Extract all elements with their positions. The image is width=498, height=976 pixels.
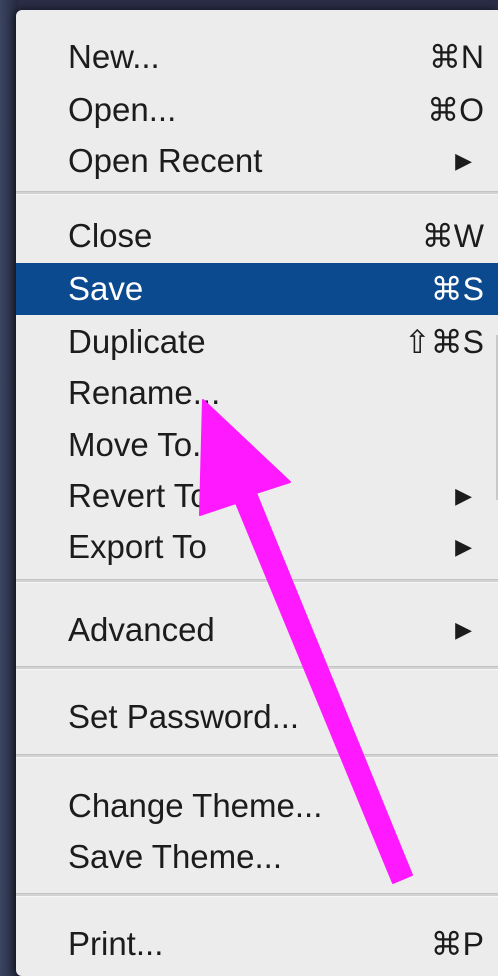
- menu-item-label: Move To...: [68, 426, 220, 463]
- menu-item-label: Change Theme...: [68, 787, 323, 824]
- menu-item-label: Save Theme...: [68, 838, 283, 875]
- triangle-right-icon: ▶: [455, 483, 472, 508]
- menu-item-label: Open...: [68, 91, 177, 128]
- menu-item-save[interactable]: Save ⌘S: [16, 263, 498, 315]
- triangle-right-icon: ▶: [455, 534, 472, 559]
- menu-item-label: Advanced: [68, 611, 215, 648]
- menu-item-print[interactable]: Print... ⌘P: [16, 917, 498, 971]
- menu-item-open-recent[interactable]: Open Recent ▶: [16, 134, 498, 188]
- menu-item-label: Set Password...: [68, 698, 300, 735]
- menu-item-label: New...: [68, 38, 160, 75]
- menu-item-set-password[interactable]: Set Password...: [16, 690, 498, 744]
- menu-item-advanced[interactable]: Advanced ▶: [16, 603, 498, 657]
- menu-item-duplicate[interactable]: Duplicate ⇧⌘S: [16, 315, 498, 369]
- menu-item-shortcut: ⌘W: [421, 218, 484, 254]
- menu-item-label: Print...: [68, 925, 164, 962]
- menu-item-close[interactable]: Close ⌘W: [16, 209, 498, 263]
- menu-item-label: Duplicate: [68, 323, 206, 360]
- menu-item-rename[interactable]: Rename...: [16, 366, 498, 420]
- menu-item-label: Save: [68, 270, 144, 307]
- menu-item-label: Revert To: [68, 477, 209, 514]
- menu-item-shortcut: ⇧⌘S: [403, 324, 484, 360]
- menu-divider: [16, 754, 498, 758]
- menu-item-change-theme[interactable]: Change Theme...: [16, 779, 498, 833]
- menu-item-revert-to[interactable]: Revert To ▶: [16, 469, 498, 523]
- menu-item-shortcut: ⌘O: [427, 92, 484, 128]
- triangle-right-icon: ▶: [455, 617, 472, 642]
- menu-item-label: Rename...: [68, 374, 221, 411]
- menu-item-label: Close: [68, 217, 153, 254]
- menu-item-save-theme[interactable]: Save Theme...: [16, 830, 498, 884]
- menu-item-export-to[interactable]: Export To ▶: [16, 520, 498, 574]
- file-menu: New... ⌘N Open... ⌘O Open Recent ▶ Close…: [16, 10, 498, 976]
- menu-item-move-to[interactable]: Move To...: [16, 418, 498, 472]
- menu-item-label: Export To: [68, 528, 207, 565]
- menu-divider: [16, 579, 498, 583]
- menu-item-open[interactable]: Open... ⌘O: [16, 83, 498, 137]
- menu-item-shortcut: ⌘N: [428, 39, 484, 75]
- menu-divider: [16, 893, 498, 897]
- menu-item-new[interactable]: New... ⌘N: [16, 30, 498, 84]
- menu-item-shortcut: ⌘S: [430, 271, 484, 307]
- menu-divider: [16, 666, 498, 670]
- triangle-right-icon: ▶: [455, 148, 472, 173]
- menu-item-label: Open Recent: [68, 142, 263, 179]
- menu-item-shortcut: ⌘P: [430, 926, 484, 962]
- menu-divider: [16, 191, 498, 195]
